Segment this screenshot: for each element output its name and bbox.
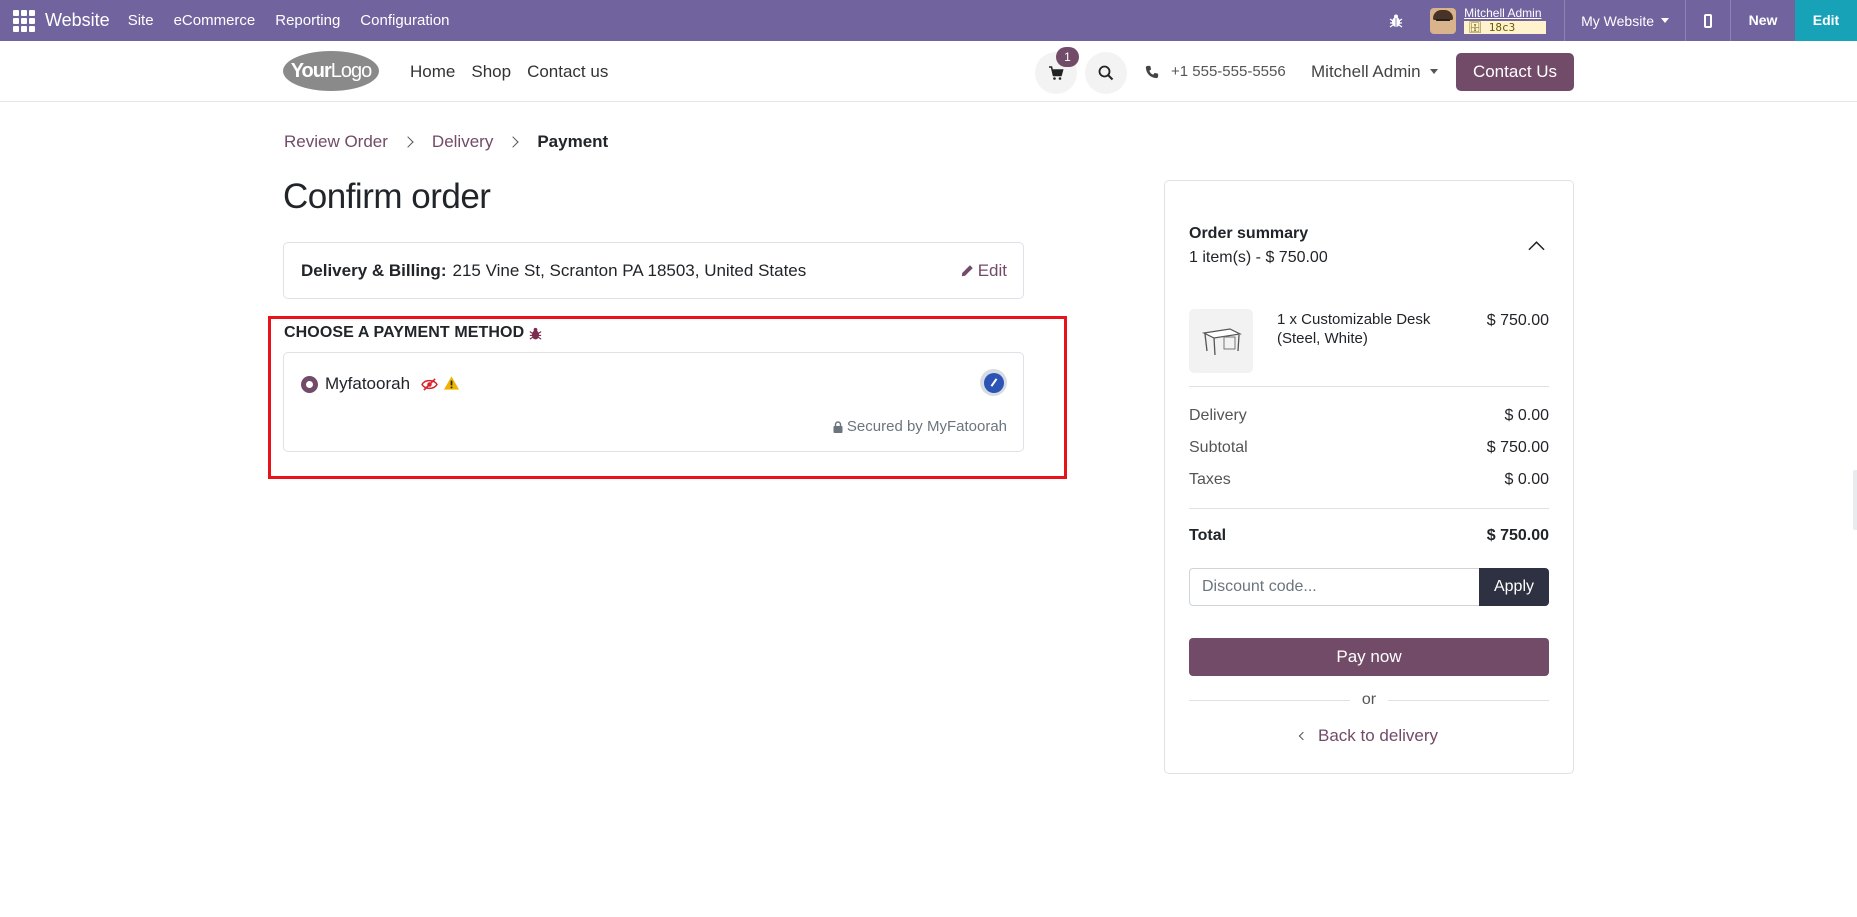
payment-method-radio[interactable] [301,376,318,393]
user-avatar[interactable] [1430,7,1457,34]
logo-text-regular: Logo [330,60,372,82]
apply-discount-button[interactable]: Apply [1479,568,1549,606]
menu-reporting[interactable]: Reporting [275,12,340,29]
scrollbar-edge[interactable] [1853,470,1857,530]
summary-row-label: Delivery [1189,407,1247,424]
address-value: 215 Vine St, Scranton PA 18503, United S… [452,260,807,280]
website-selector-label: My Website [1581,12,1654,29]
address-label: Delivery & Billing: [301,260,447,280]
payment-method-title-text: CHOOSE A PAYMENT METHOD [284,324,525,341]
chevron-left-icon [1298,731,1308,741]
payment-method-title: CHOOSE A PAYMENT METHOD [284,324,543,342]
myfatoorah-logo-icon [980,369,1007,396]
warning-icon [443,376,460,390]
nav-home[interactable]: Home [410,62,455,82]
search-icon [1098,65,1114,81]
payment-method-name[interactable]: Myfatoorah [325,374,410,394]
discount-form: Apply [1189,568,1549,606]
product-thumbnail[interactable] [1189,309,1253,373]
new-content-button[interactable]: New [1731,0,1795,41]
page-title: Confirm order [283,177,491,216]
menu-site[interactable]: Site [128,12,154,29]
or-text: or [1361,691,1377,708]
summary-row-total: Total $ 750.00 [1189,527,1549,545]
chevron-up-icon[interactable] [1528,241,1545,251]
user-switcher[interactable]: Mitchell Admin 🗄 18c3 [1464,7,1547,34]
separator-line [1388,699,1550,701]
product-name[interactable]: 1 x Customizable Desk (Steel, White) [1277,310,1457,348]
summary-row-label: Taxes [1189,471,1231,488]
odoo-navbar: Website Site eCommerce Reporting Configu… [0,0,1857,41]
cart-count-badge: 1 [1056,47,1079,67]
secured-by-note: Secured by MyFatoorah [833,418,1007,435]
caret-down-icon [1429,69,1438,74]
divider [1189,508,1549,509]
discount-code-input[interactable] [1189,568,1479,606]
total-label: Total [1189,527,1227,544]
main-nav: Home Shop Contact us [410,41,624,102]
separator-line [1189,699,1350,701]
user-dropdown[interactable]: Mitchell Admin [1311,41,1438,102]
summary-row-value: $ 0.00 [1504,471,1549,488]
back-to-delivery-link[interactable]: Back to delivery [1165,726,1573,746]
secured-by-text: Secured by MyFatoorah [846,418,1007,435]
nav-shop[interactable]: Shop [471,62,511,82]
summary-row-delivery: Delivery $ 0.00 [1189,407,1549,425]
order-summary-subtitle: 1 item(s) - $ 750.00 [1189,249,1328,266]
phone-number: +1 555-555-5556 [1171,63,1286,80]
divider [1189,386,1549,387]
order-summary-title: Order summary [1189,225,1309,242]
apps-grid-icon[interactable] [12,9,36,33]
topbar-user-name[interactable]: Mitchell Admin [1464,7,1546,19]
breadcrumb-payment: Payment [537,132,609,151]
debug-bug-icon[interactable] [1388,13,1404,29]
lock-icon [833,420,843,433]
edit-address-label: Edit [977,260,1007,280]
website-selector[interactable]: My Website [1565,13,1685,29]
summary-row-value: $ 0.00 [1504,407,1549,424]
checkout-breadcrumb: Review Order Delivery Payment [284,132,608,152]
product-price: $ 750.00 [1486,312,1549,329]
phone-contact[interactable]: +1 555-555-5556 [1145,41,1286,102]
mobile-preview-icon[interactable] [1686,0,1730,41]
caret-down-icon [1661,18,1669,23]
debug-bug-icon [529,327,542,340]
website-header: YourLogo Home Shop Contact us 1 +1 555-5… [0,41,1857,102]
breadcrumb-delivery[interactable]: Delivery [432,132,493,152]
contact-us-button[interactable]: Contact Us [1456,53,1574,91]
or-separator: or [1189,691,1550,709]
database-name: 18c3 [1488,21,1516,34]
edit-button[interactable]: Edit [1795,0,1857,41]
search-button[interactable] [1085,52,1127,94]
pay-now-button[interactable]: Pay now [1189,638,1549,676]
summary-row-value: $ 750.00 [1486,439,1549,456]
desk-image-icon [1202,328,1242,356]
cart-icon [1049,66,1064,80]
summary-row-subtotal: Subtotal $ 750.00 [1189,439,1549,457]
eye-slash-icon [421,378,438,391]
menu-configuration[interactable]: Configuration [360,12,449,29]
app-name[interactable]: Website [45,10,110,31]
company-logo[interactable]: YourLogo [283,51,379,91]
edit-address-link[interactable]: Edit [961,243,1007,298]
summary-row-label: Subtotal [1189,439,1248,456]
phone-icon [1145,65,1159,78]
user-dropdown-label: Mitchell Admin [1311,61,1421,81]
menu-ecommerce[interactable]: eCommerce [174,12,256,29]
database-badge: 🗄 18c3 [1464,21,1547,34]
pencil-icon [961,265,973,277]
breadcrumb-review-order[interactable]: Review Order [284,132,388,152]
nav-contact-us[interactable]: Contact us [527,62,608,82]
chevron-right-icon [402,136,414,148]
order-summary-card: Order summary 1 item(s) - $ 750.00 1 x C… [1164,180,1574,774]
navbar-right: Mitchell Admin 🗄 18c3 My Website New Edi… [1388,0,1857,41]
payment-method-card[interactable]: Myfatoorah Secured by MyFatoorah [283,352,1024,452]
logo-text-bold: Your [290,60,332,82]
summary-row-taxes: Taxes $ 0.00 [1189,471,1549,489]
chevron-right-icon [507,136,519,148]
total-value: $ 750.00 [1486,527,1549,544]
address-card: Delivery & Billing: 215 Vine St, Scranto… [283,242,1024,299]
back-to-delivery-label: Back to delivery [1318,726,1438,745]
